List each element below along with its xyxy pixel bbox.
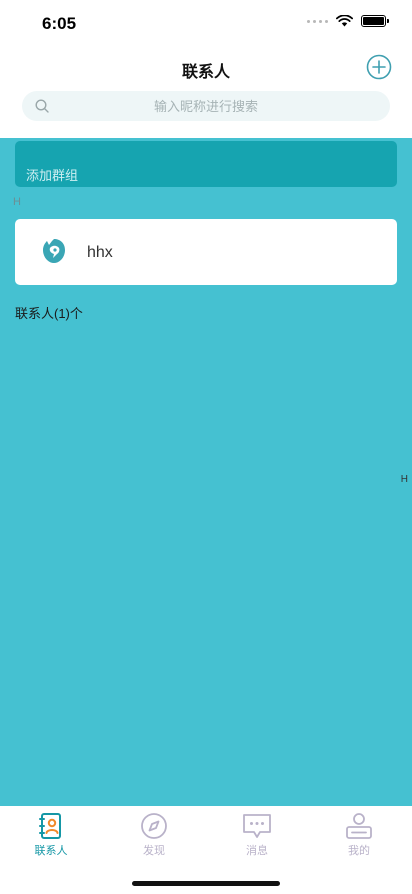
wifi-icon	[336, 15, 353, 27]
status-time: 6:05	[42, 14, 77, 33]
compass-icon	[141, 813, 167, 839]
contacts-icon	[39, 813, 61, 839]
status-bar: 6:05	[0, 0, 412, 46]
add-icon[interactable]	[366, 54, 392, 80]
status-icons	[307, 15, 389, 27]
tab-label: 发现	[143, 845, 165, 857]
tab-label: 联系人	[34, 845, 68, 857]
page-title: 联系人	[181, 64, 230, 81]
add-group-label: 添加群组	[26, 168, 79, 183]
tab-discover[interactable]: 发现	[114, 812, 194, 864]
tab-messages[interactable]: 消息	[217, 812, 297, 864]
tab-profile[interactable]: 我的	[319, 812, 399, 864]
profile-icon	[346, 813, 372, 839]
tab-contacts[interactable]: 联系人	[11, 812, 91, 864]
tab-bar: 联系人 发现 消息 我的	[0, 806, 412, 894]
search-bar	[22, 91, 390, 121]
home-indicator	[132, 881, 280, 886]
index-bar-letter[interactable]: H	[401, 474, 408, 485]
signal-icon	[307, 19, 328, 23]
section-header: H	[13, 196, 21, 208]
message-icon	[243, 814, 271, 838]
contact-item[interactable]: hhx	[15, 219, 397, 285]
avatar	[43, 239, 65, 263]
contact-count: 联系人(1)个	[15, 306, 83, 321]
header: 联系人	[0, 46, 412, 138]
contact-name: hhx	[87, 244, 113, 261]
battery-icon	[361, 15, 389, 27]
add-group-button[interactable]: 添加群组	[15, 141, 397, 187]
tab-label: 我的	[348, 845, 370, 857]
tab-label: 消息	[246, 845, 268, 857]
search-input[interactable]	[22, 91, 390, 121]
contacts-panel: 添加群组 H hhx 联系人(1)个 H	[0, 138, 412, 806]
